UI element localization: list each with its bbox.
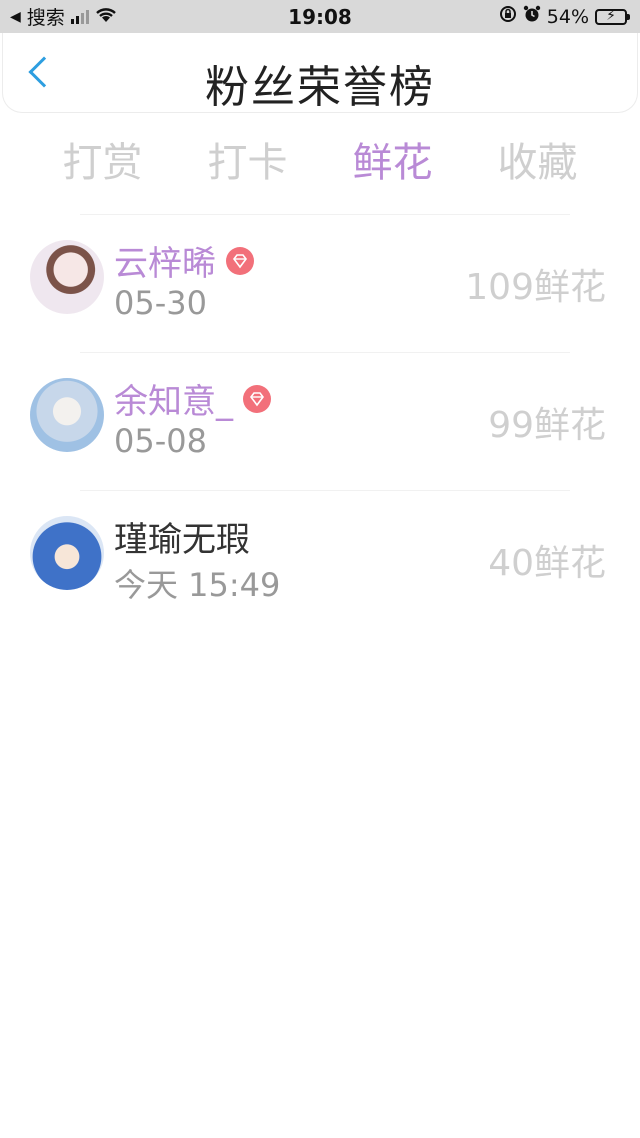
tab-checkin[interactable]: 打卡 (175, 130, 320, 186)
avatar[interactable] (30, 240, 104, 314)
fan-date: 今天 15:49 (114, 566, 281, 604)
list-item[interactable]: 云梓晞 05-30 109鲜花 (0, 214, 640, 352)
flower-count: 99鲜花 (488, 405, 606, 446)
tab-favorites[interactable]: 收藏 (465, 130, 610, 186)
rotation-lock-icon (499, 5, 517, 28)
fan-name-row: 余知意_ (114, 374, 271, 423)
list-item[interactable]: 瑾瑜无瑕 今天 15:49 40鲜花 (0, 490, 640, 628)
flower-count: 40鲜花 (488, 543, 606, 584)
fan-name[interactable]: 余知意_ (114, 374, 233, 423)
nav-header: 粉丝荣誉榜 (2, 33, 638, 113)
wifi-icon (95, 6, 117, 28)
battery-icon: ⚡ (595, 8, 630, 25)
back-app-triangle-icon[interactable]: ◀ (10, 9, 21, 25)
battery-percent: 54% (546, 5, 589, 28)
tab-bar: 打赏 打卡 鲜花 收藏 (0, 130, 640, 186)
diamond-icon (226, 246, 254, 275)
divider (80, 352, 570, 353)
diamond-icon (243, 384, 271, 413)
flower-count: 109鲜花 (465, 267, 606, 308)
list-item[interactable]: 余知意_ 05-08 99鲜花 (0, 352, 640, 490)
fan-name-row: 云梓晞 (114, 236, 254, 285)
fan-list: 云梓晞 05-30 109鲜花 余知意_ 05-08 99鲜花 瑾瑜无瑕 今天 … (0, 214, 640, 628)
divider (80, 214, 570, 215)
alarm-icon (523, 5, 541, 28)
fan-name[interactable]: 瑾瑜无瑕 (114, 512, 250, 561)
status-right: 54% ⚡ (499, 5, 630, 28)
signal-icon (70, 9, 89, 24)
fan-date: 05-30 (114, 284, 207, 322)
fan-name[interactable]: 云梓晞 (114, 236, 216, 285)
tab-flowers[interactable]: 鲜花 (320, 130, 465, 186)
divider (80, 490, 570, 491)
page-title: 粉丝荣誉榜 (205, 62, 435, 113)
status-left: ◀ 搜索 (10, 3, 117, 30)
avatar[interactable] (30, 378, 104, 452)
back-app-label[interactable]: 搜索 (27, 3, 65, 30)
tab-tips[interactable]: 打赏 (30, 130, 175, 186)
fan-name-row: 瑾瑜无瑕 (114, 512, 250, 561)
status-bar: ◀ 搜索 19:08 54% ⚡ (0, 0, 640, 33)
avatar[interactable] (30, 516, 104, 590)
fan-date: 05-08 (114, 422, 207, 460)
